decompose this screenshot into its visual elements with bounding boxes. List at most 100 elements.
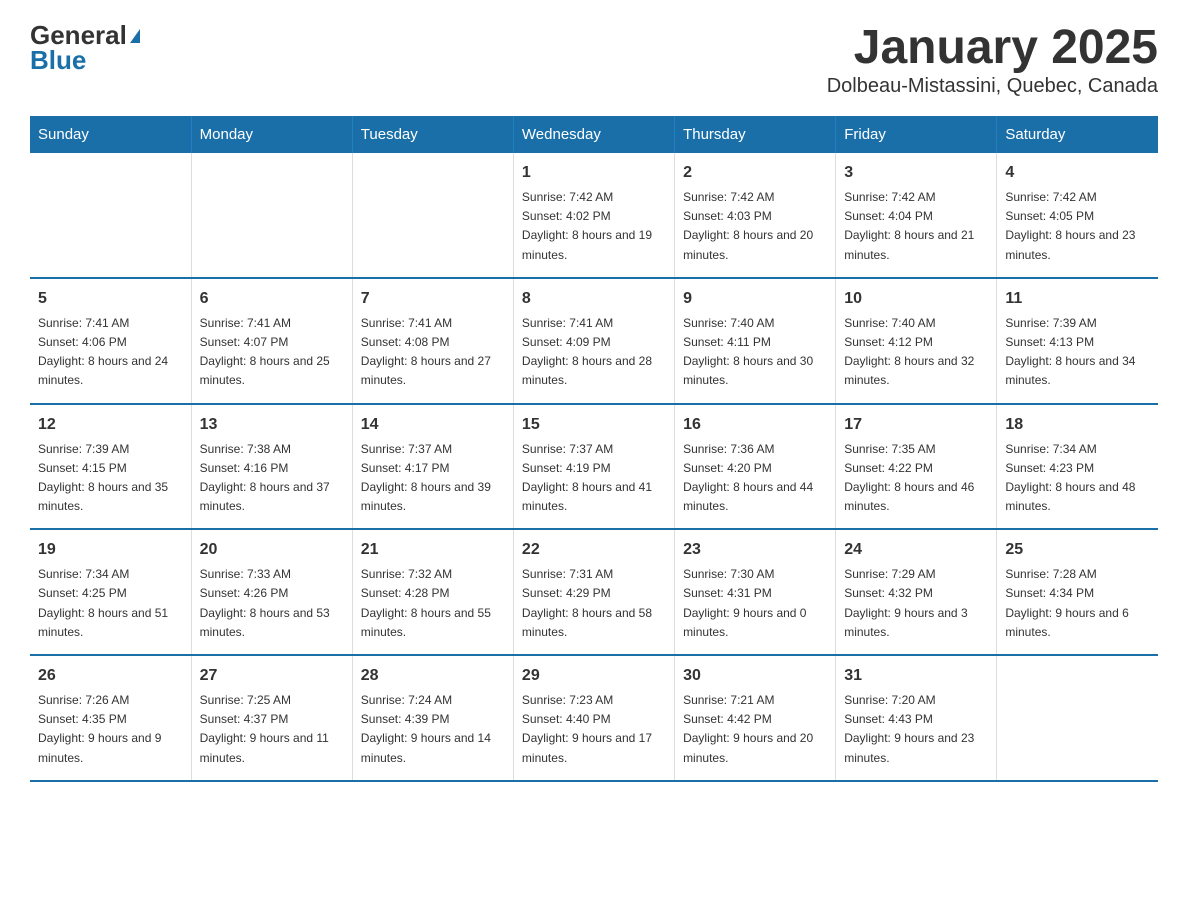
day-info: Sunrise: 7:34 AMSunset: 4:23 PMDaylight:… (1005, 440, 1150, 517)
day-cell: 16 Sunrise: 7:36 AMSunset: 4:20 PMDayligh… (675, 404, 836, 530)
day-info: Sunrise: 7:42 AMSunset: 4:04 PMDaylight:… (844, 188, 988, 265)
day-info: Sunrise: 7:37 AMSunset: 4:17 PMDaylight:… (361, 440, 505, 517)
day-number: 6 (200, 287, 344, 311)
logo: General Blue (30, 20, 140, 76)
day-info: Sunrise: 7:37 AMSunset: 4:19 PMDaylight:… (522, 440, 666, 517)
day-number: 13 (200, 413, 344, 437)
calendar-table: SundayMondayTuesdayWednesdayThursdayFrid… (30, 116, 1158, 782)
day-info: Sunrise: 7:40 AMSunset: 4:12 PMDaylight:… (844, 314, 988, 391)
day-cell (997, 655, 1158, 781)
day-cell: 22Sunrise: 7:31 AMSunset: 4:29 PMDayligh… (513, 529, 674, 655)
day-number: 17 (844, 413, 988, 437)
day-info: Sunrise: 7:28 AMSunset: 4:34 PMDaylight:… (1005, 565, 1150, 642)
day-info: Sunrise: 7:25 AMSunset: 4:37 PMDaylight:… (200, 691, 344, 768)
day-cell: 10 Sunrise: 7:40 AMSunset: 4:12 PMDayligh… (836, 278, 997, 404)
day-number: 27 (200, 664, 344, 688)
day-cell: 18 Sunrise: 7:34 AMSunset: 4:23 PMDayligh… (997, 404, 1158, 530)
day-info: Sunrise: 7:42 AMSunset: 4:05 PMDaylight:… (1005, 188, 1150, 265)
day-info: Sunrise: 7:32 AMSunset: 4:28 PMDaylight:… (361, 565, 505, 642)
day-cell: 6Sunrise: 7:41 AMSunset: 4:07 PMDaylight… (191, 278, 352, 404)
day-number: 18 (1005, 413, 1150, 437)
day-info: Sunrise: 7:41 AMSunset: 4:09 PMDaylight:… (522, 314, 666, 391)
day-cell: 1 Sunrise: 7:42 AMSunset: 4:02 PMDaylight… (513, 153, 674, 278)
day-number: 1 (522, 161, 666, 185)
day-info: Sunrise: 7:42 AMSunset: 4:02 PMDaylight:… (522, 188, 666, 265)
day-cell: 25 Sunrise: 7:28 AMSunset: 4:34 PMDayligh… (997, 529, 1158, 655)
day-info: Sunrise: 7:38 AMSunset: 4:16 PMDaylight:… (200, 440, 344, 517)
day-info: Sunrise: 7:34 AMSunset: 4:25 PMDaylight:… (38, 565, 183, 642)
day-cell: 3 Sunrise: 7:42 AMSunset: 4:04 PMDaylight… (836, 153, 997, 278)
day-cell: 4 Sunrise: 7:42 AMSunset: 4:05 PMDaylight… (997, 153, 1158, 278)
day-cell: 7 Sunrise: 7:41 AMSunset: 4:08 PMDaylight… (352, 278, 513, 404)
day-info: Sunrise: 7:24 AMSunset: 4:39 PMDaylight:… (361, 691, 505, 768)
day-info: Sunrise: 7:41 AMSunset: 4:08 PMDaylight:… (361, 314, 505, 391)
day-cell: 27 Sunrise: 7:25 AMSunset: 4:37 PMDayligh… (191, 655, 352, 781)
logo-blue: Blue (30, 45, 86, 76)
header-monday: Monday (191, 116, 352, 153)
header-tuesday: Tuesday (352, 116, 513, 153)
week-row-4: 19Sunrise: 7:34 AMSunset: 4:25 PMDayligh… (30, 529, 1158, 655)
day-cell: 26Sunrise: 7:26 AMSunset: 4:35 PMDayligh… (30, 655, 191, 781)
day-number: 11 (1005, 287, 1150, 311)
day-cell: 17Sunrise: 7:35 AMSunset: 4:22 PMDayligh… (836, 404, 997, 530)
day-number: 15 (522, 413, 666, 437)
day-number: 24 (844, 538, 988, 562)
day-info: Sunrise: 7:40 AMSunset: 4:11 PMDaylight:… (683, 314, 827, 391)
header-sunday: Sunday (30, 116, 191, 153)
day-cell: 11Sunrise: 7:39 AMSunset: 4:13 PMDayligh… (997, 278, 1158, 404)
page-title: January 2025 (827, 20, 1158, 75)
day-cell: 19Sunrise: 7:34 AMSunset: 4:25 PMDayligh… (30, 529, 191, 655)
day-number: 30 (683, 664, 827, 688)
day-number: 29 (522, 664, 666, 688)
day-number: 10 (844, 287, 988, 311)
day-number: 22 (522, 538, 666, 562)
day-number: 21 (361, 538, 505, 562)
day-number: 16 (683, 413, 827, 437)
day-cell: 2 Sunrise: 7:42 AMSunset: 4:03 PMDaylight… (675, 153, 836, 278)
day-info: Sunrise: 7:30 AMSunset: 4:31 PMDaylight:… (683, 565, 827, 642)
day-cell: 12 Sunrise: 7:39 AMSunset: 4:15 PMDayligh… (30, 404, 191, 530)
day-info: Sunrise: 7:26 AMSunset: 4:35 PMDaylight:… (38, 691, 183, 768)
day-cell (352, 153, 513, 278)
header-friday: Friday (836, 116, 997, 153)
day-info: Sunrise: 7:39 AMSunset: 4:15 PMDaylight:… (38, 440, 183, 517)
day-info: Sunrise: 7:41 AMSunset: 4:06 PMDaylight:… (38, 314, 183, 391)
day-cell: 30Sunrise: 7:21 AMSunset: 4:42 PMDayligh… (675, 655, 836, 781)
day-cell: 31Sunrise: 7:20 AMSunset: 4:43 PMDayligh… (836, 655, 997, 781)
day-number: 3 (844, 161, 988, 185)
day-cell: 28 Sunrise: 7:24 AMSunset: 4:39 PMDayligh… (352, 655, 513, 781)
page-subtitle: Dolbeau-Mistassini, Quebec, Canada (827, 75, 1158, 98)
day-number: 20 (200, 538, 344, 562)
day-number: 14 (361, 413, 505, 437)
week-row-3: 12 Sunrise: 7:39 AMSunset: 4:15 PMDayligh… (30, 404, 1158, 530)
day-number: 28 (361, 664, 505, 688)
week-row-1: 1 Sunrise: 7:42 AMSunset: 4:02 PMDaylight… (30, 153, 1158, 278)
day-number: 2 (683, 161, 827, 185)
day-cell (30, 153, 191, 278)
day-number: 5 (38, 287, 183, 311)
day-info: Sunrise: 7:42 AMSunset: 4:03 PMDaylight:… (683, 188, 827, 265)
day-number: 4 (1005, 161, 1150, 185)
day-cell: 13 Sunrise: 7:38 AMSunset: 4:16 PMDayligh… (191, 404, 352, 530)
header-saturday: Saturday (997, 116, 1158, 153)
day-info: Sunrise: 7:33 AMSunset: 4:26 PMDaylight:… (200, 565, 344, 642)
day-cell: 8 Sunrise: 7:41 AMSunset: 4:09 PMDaylight… (513, 278, 674, 404)
logo-triangle-icon (130, 29, 140, 43)
page-header: General Blue January 2025 Dolbeau-Mistas… (30, 20, 1158, 98)
day-cell: 29Sunrise: 7:23 AMSunset: 4:40 PMDayligh… (513, 655, 674, 781)
day-number: 9 (683, 287, 827, 311)
day-cell: 5 Sunrise: 7:41 AMSunset: 4:06 PMDaylight… (30, 278, 191, 404)
day-number: 7 (361, 287, 505, 311)
day-cell: 21 Sunrise: 7:32 AMSunset: 4:28 PMDayligh… (352, 529, 513, 655)
day-number: 25 (1005, 538, 1150, 562)
title-block: January 2025 Dolbeau-Mistassini, Quebec,… (827, 20, 1158, 98)
day-cell: 9 Sunrise: 7:40 AMSunset: 4:11 PMDaylight… (675, 278, 836, 404)
day-number: 31 (844, 664, 988, 688)
day-number: 8 (522, 287, 666, 311)
day-info: Sunrise: 7:36 AMSunset: 4:20 PMDaylight:… (683, 440, 827, 517)
day-number: 12 (38, 413, 183, 437)
day-info: Sunrise: 7:29 AMSunset: 4:32 PMDaylight:… (844, 565, 988, 642)
day-cell: 24 Sunrise: 7:29 AMSunset: 4:32 PMDayligh… (836, 529, 997, 655)
day-number: 23 (683, 538, 827, 562)
week-row-2: 5 Sunrise: 7:41 AMSunset: 4:06 PMDaylight… (30, 278, 1158, 404)
